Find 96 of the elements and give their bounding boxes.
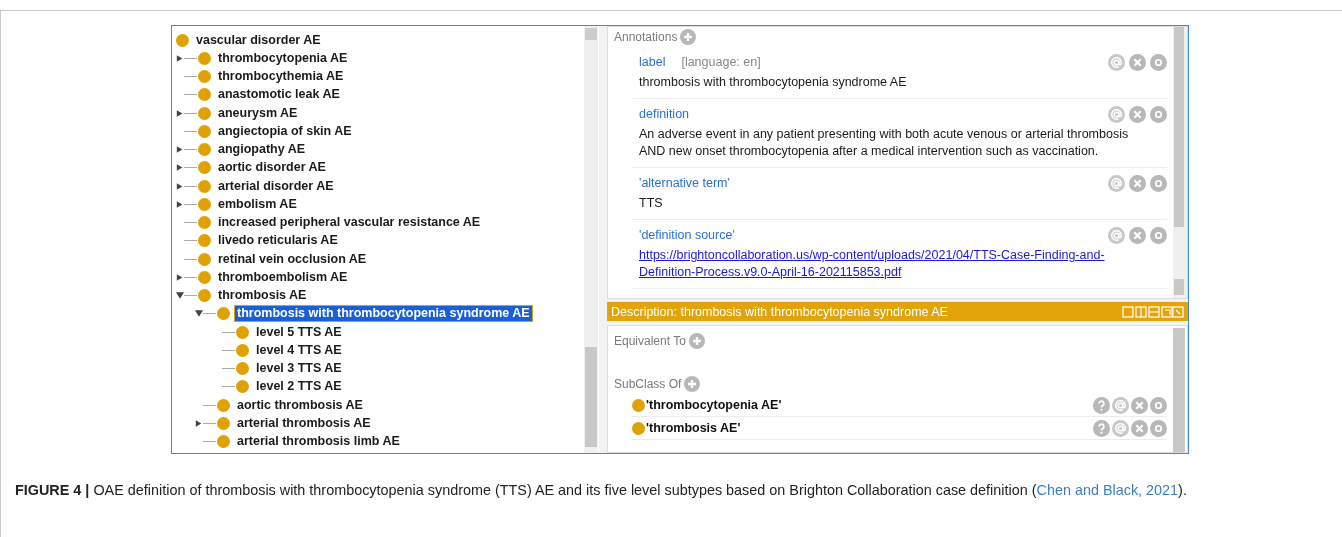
tree-item[interactable]: arterial thrombosis limb AE: [234, 433, 403, 451]
class-dot-icon: [198, 161, 211, 175]
edit-icon[interactable]: [1150, 419, 1167, 437]
tree-item[interactable]: level 4 TTS AE: [253, 341, 345, 359]
toggle-icon[interactable]: [176, 53, 184, 63]
class-dot-icon: [217, 416, 230, 430]
class-dot-icon: [198, 234, 211, 248]
citation-link[interactable]: Chen and Black, 2021: [1036, 482, 1179, 498]
tree-item[interactable]: livedo reticularis AE: [215, 232, 341, 250]
property-name[interactable]: 'definition source': [639, 228, 735, 242]
source-link[interactable]: https://brightoncollaboration.us/wp-content/uploads/2021/04/TTS-Case-Finding-and-Definition-Process.v9.0-April-16-202115853.pdf: [639, 247, 1157, 281]
superclass-item[interactable]: 'thrombocytopenia AE': [646, 398, 782, 412]
class-dot-icon: [198, 197, 211, 211]
delete-icon[interactable]: [1129, 105, 1146, 123]
delete-icon[interactable]: [1129, 174, 1146, 192]
tree-item[interactable]: thrombocythemia AE: [215, 68, 347, 86]
tree-item[interactable]: thrombocytopenia AE: [215, 49, 351, 67]
class-dot-icon: [198, 124, 211, 138]
view-controls-icon[interactable]: [1122, 305, 1184, 318]
class-dot-icon: [217, 307, 230, 321]
edit-icon[interactable]: [1150, 226, 1167, 244]
edit-icon[interactable]: [1150, 53, 1167, 71]
annotation-value: An adverse event in any patient presenting with both acute venous or arterial thrombosis AND new onset thrombocytopenia after a medical intervention such as vaccination.: [639, 126, 1130, 160]
class-dot-icon: [198, 252, 211, 266]
delete-icon[interactable]: [1131, 396, 1148, 414]
delete-icon[interactable]: [1131, 419, 1148, 437]
class-dot-icon: [217, 398, 230, 412]
tree-item[interactable]: arterial thrombosis AE: [234, 414, 374, 432]
tree-item[interactable]: level 3 TTS AE: [253, 360, 345, 378]
tree-item[interactable]: aneurysm AE: [215, 104, 301, 122]
add-icon[interactable]: [680, 29, 697, 45]
property-name[interactable]: 'alternative term': [639, 176, 730, 190]
tree-item[interactable]: anastomotic leak AE: [215, 86, 343, 104]
tree-item[interactable]: aortic disorder AE: [215, 159, 329, 177]
add-icon[interactable]: [688, 333, 705, 349]
class-dot-icon: [632, 398, 645, 412]
tree-item[interactable]: increased peripheral vascular resistance AE: [215, 214, 484, 232]
section-title: Equivalent To: [614, 334, 686, 348]
view-title: Description: thrombosis with thrombocytopenia syndrome AE: [611, 304, 949, 319]
class-dot-icon: [236, 380, 249, 394]
class-dot-icon: [632, 421, 645, 435]
annotate-icon[interactable]: [1108, 105, 1125, 123]
toggle-icon[interactable]: [195, 418, 203, 428]
tree-item[interactable]: retinal vein occlusion AE: [215, 250, 370, 268]
tree-item[interactable]: angiectopia of skin AE: [215, 122, 355, 140]
edit-icon[interactable]: [1150, 396, 1167, 414]
help-icon[interactable]: [1093, 419, 1110, 437]
superclass-item[interactable]: 'thrombosis AE': [646, 421, 741, 435]
tree-item[interactable]: aortic thrombosis AE: [234, 396, 366, 414]
toggle-icon[interactable]: [195, 309, 203, 319]
class-dot-icon: [198, 143, 211, 157]
toggle-icon[interactable]: [176, 108, 184, 118]
property-name[interactable]: definition: [639, 107, 690, 121]
class-dot-icon: [217, 435, 230, 449]
add-icon[interactable]: [684, 376, 701, 392]
annotate-icon[interactable]: [1108, 53, 1125, 71]
tree-item[interactable]: embolism AE: [215, 195, 300, 213]
figure-caption: FIGURE 4 | OAE definition of thrombosis with thrombocytopenia syndrome (TTS) AE and its five level subtypes based on Brighton Collaboration case definition (Chen and Black, 2021).: [15, 481, 1188, 500]
section-title: SubClass Of: [614, 377, 682, 391]
class-dot-icon: [198, 289, 211, 303]
annotate-icon[interactable]: [1112, 396, 1129, 414]
scrollbar[interactable]: [584, 26, 598, 453]
tree-item[interactable]: thrombosis AE: [215, 287, 310, 305]
tree-item[interactable]: level 2 TTS AE: [253, 378, 345, 396]
class-dot-icon: [198, 216, 211, 230]
class-dot-icon: [236, 325, 249, 339]
delete-icon[interactable]: [1129, 53, 1146, 71]
annotate-icon[interactable]: [1108, 174, 1125, 192]
class-dot-icon: [198, 179, 211, 193]
property-name[interactable]: label: [639, 55, 666, 69]
help-icon[interactable]: [1093, 396, 1110, 414]
class-dot-icon: [236, 343, 249, 357]
class-dot-icon: [198, 70, 211, 84]
tree-item[interactable]: level 5 TTS AE: [253, 323, 345, 341]
tree-item[interactable]: angiopathy AE: [215, 141, 309, 159]
scrollbar[interactable]: [1173, 328, 1185, 452]
class-dot-icon: [236, 362, 249, 376]
annotate-icon[interactable]: [1108, 226, 1125, 244]
annotation-value: TTS: [639, 195, 664, 212]
class-dot-icon: [198, 106, 211, 120]
scrollbar[interactable]: [1173, 27, 1187, 298]
language-tag: [language: en]: [681, 55, 761, 69]
section-title: Annotations: [614, 30, 678, 44]
tree-item[interactable]: thromboembolism AE: [215, 268, 351, 286]
tree-item[interactable]: vascular disorder AE: [193, 31, 324, 49]
edit-icon[interactable]: [1150, 105, 1167, 123]
delete-icon[interactable]: [1129, 226, 1146, 244]
class-dot-icon: [198, 270, 211, 284]
edit-icon[interactable]: [1150, 174, 1167, 192]
class-dot-icon: [176, 33, 189, 47]
tree-item[interactable]: arterial disorder AE: [215, 177, 337, 195]
annotate-icon[interactable]: [1112, 419, 1129, 437]
class-dot-icon: [198, 51, 211, 65]
class-dot-icon: [198, 88, 211, 102]
annotation-value: thrombosis with thrombocytopenia syndrome AE: [639, 74, 908, 91]
tree-item[interactable]: thrombosis with thrombocytopenia syndrome AE: [234, 305, 533, 323]
